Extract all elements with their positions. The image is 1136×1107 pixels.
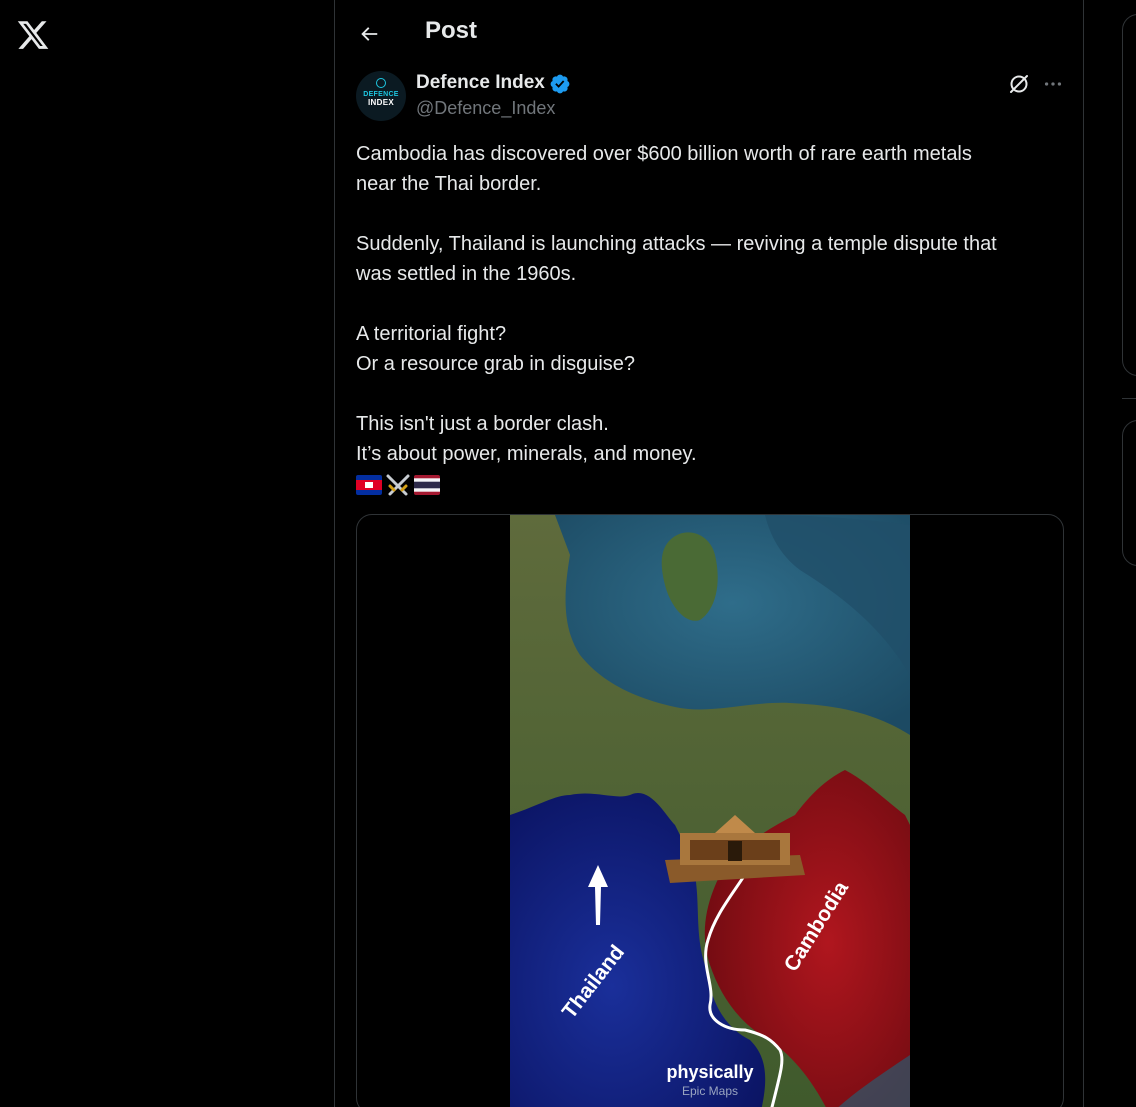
sidebar-card — [1122, 14, 1136, 376]
tweet-paragraph: A territorial fight? Or a resource grab … — [356, 319, 1071, 379]
sidebar-card — [1122, 420, 1136, 566]
tweet-line: This isn't just a border clash. — [356, 413, 609, 435]
flag-emojis — [356, 472, 440, 498]
tweet-line: near the Thai border. — [356, 173, 542, 195]
tweet-line: Cambodia has discovered over $600 billio… — [356, 143, 972, 165]
sidebar-divider — [1122, 398, 1136, 399]
avatar-text-line2: INDEX — [368, 98, 394, 107]
verified-badge-icon — [549, 73, 571, 95]
tweet-line: Suddenly, Thailand is launching attacks … — [356, 233, 997, 255]
avatar[interactable]: DEFENCE INDEX — [356, 71, 406, 121]
video-caption: physically — [666, 1062, 753, 1082]
tweet-line: A territorial fight? — [356, 323, 507, 345]
main-column: Post DEFENCE INDEX Defence Index @Defenc… — [334, 0, 1084, 1107]
page-title: Post — [425, 17, 478, 44]
tweet-paragraph: This isn't just a border clash. It’s abo… — [356, 409, 1071, 469]
tweet-paragraph: Cambodia has discovered over $600 billio… — [356, 139, 1071, 199]
map-image: Thailand Cambodia physically Epic Maps — [510, 515, 910, 1107]
tweet-paragraph: Suddenly, Thailand is launching attacks … — [356, 229, 1071, 289]
grok-button[interactable] — [1007, 72, 1031, 96]
post-header: Post — [335, 0, 1083, 64]
crossed-swords-icon — [386, 474, 410, 496]
avatar-logo-mark — [376, 78, 386, 88]
tweet-line: Or a resource grab in disguise? — [356, 353, 636, 375]
grok-icon — [1010, 75, 1028, 93]
author-handle[interactable]: @Defence_Index — [416, 98, 555, 119]
right-sidebar — [1084, 0, 1136, 1107]
x-logo-icon[interactable] — [16, 18, 50, 52]
tweet-line: was settled in the 1960s. — [356, 263, 577, 285]
tweet-line: It’s about power, minerals, and money. — [356, 443, 697, 465]
more-button[interactable] — [1040, 72, 1066, 96]
author-name[interactable]: Defence Index — [416, 72, 545, 94]
more-horizontal-icon — [1044, 82, 1062, 86]
video-watermark: Epic Maps — [682, 1084, 738, 1098]
media-video[interactable]: Thailand Cambodia physically Epic Maps — [356, 514, 1064, 1107]
back-button[interactable] — [353, 18, 385, 50]
cambodia-flag-icon — [356, 475, 382, 495]
thailand-flag-icon — [414, 475, 440, 495]
arrow-left-icon — [361, 27, 378, 41]
left-navigation — [0, 0, 334, 1107]
